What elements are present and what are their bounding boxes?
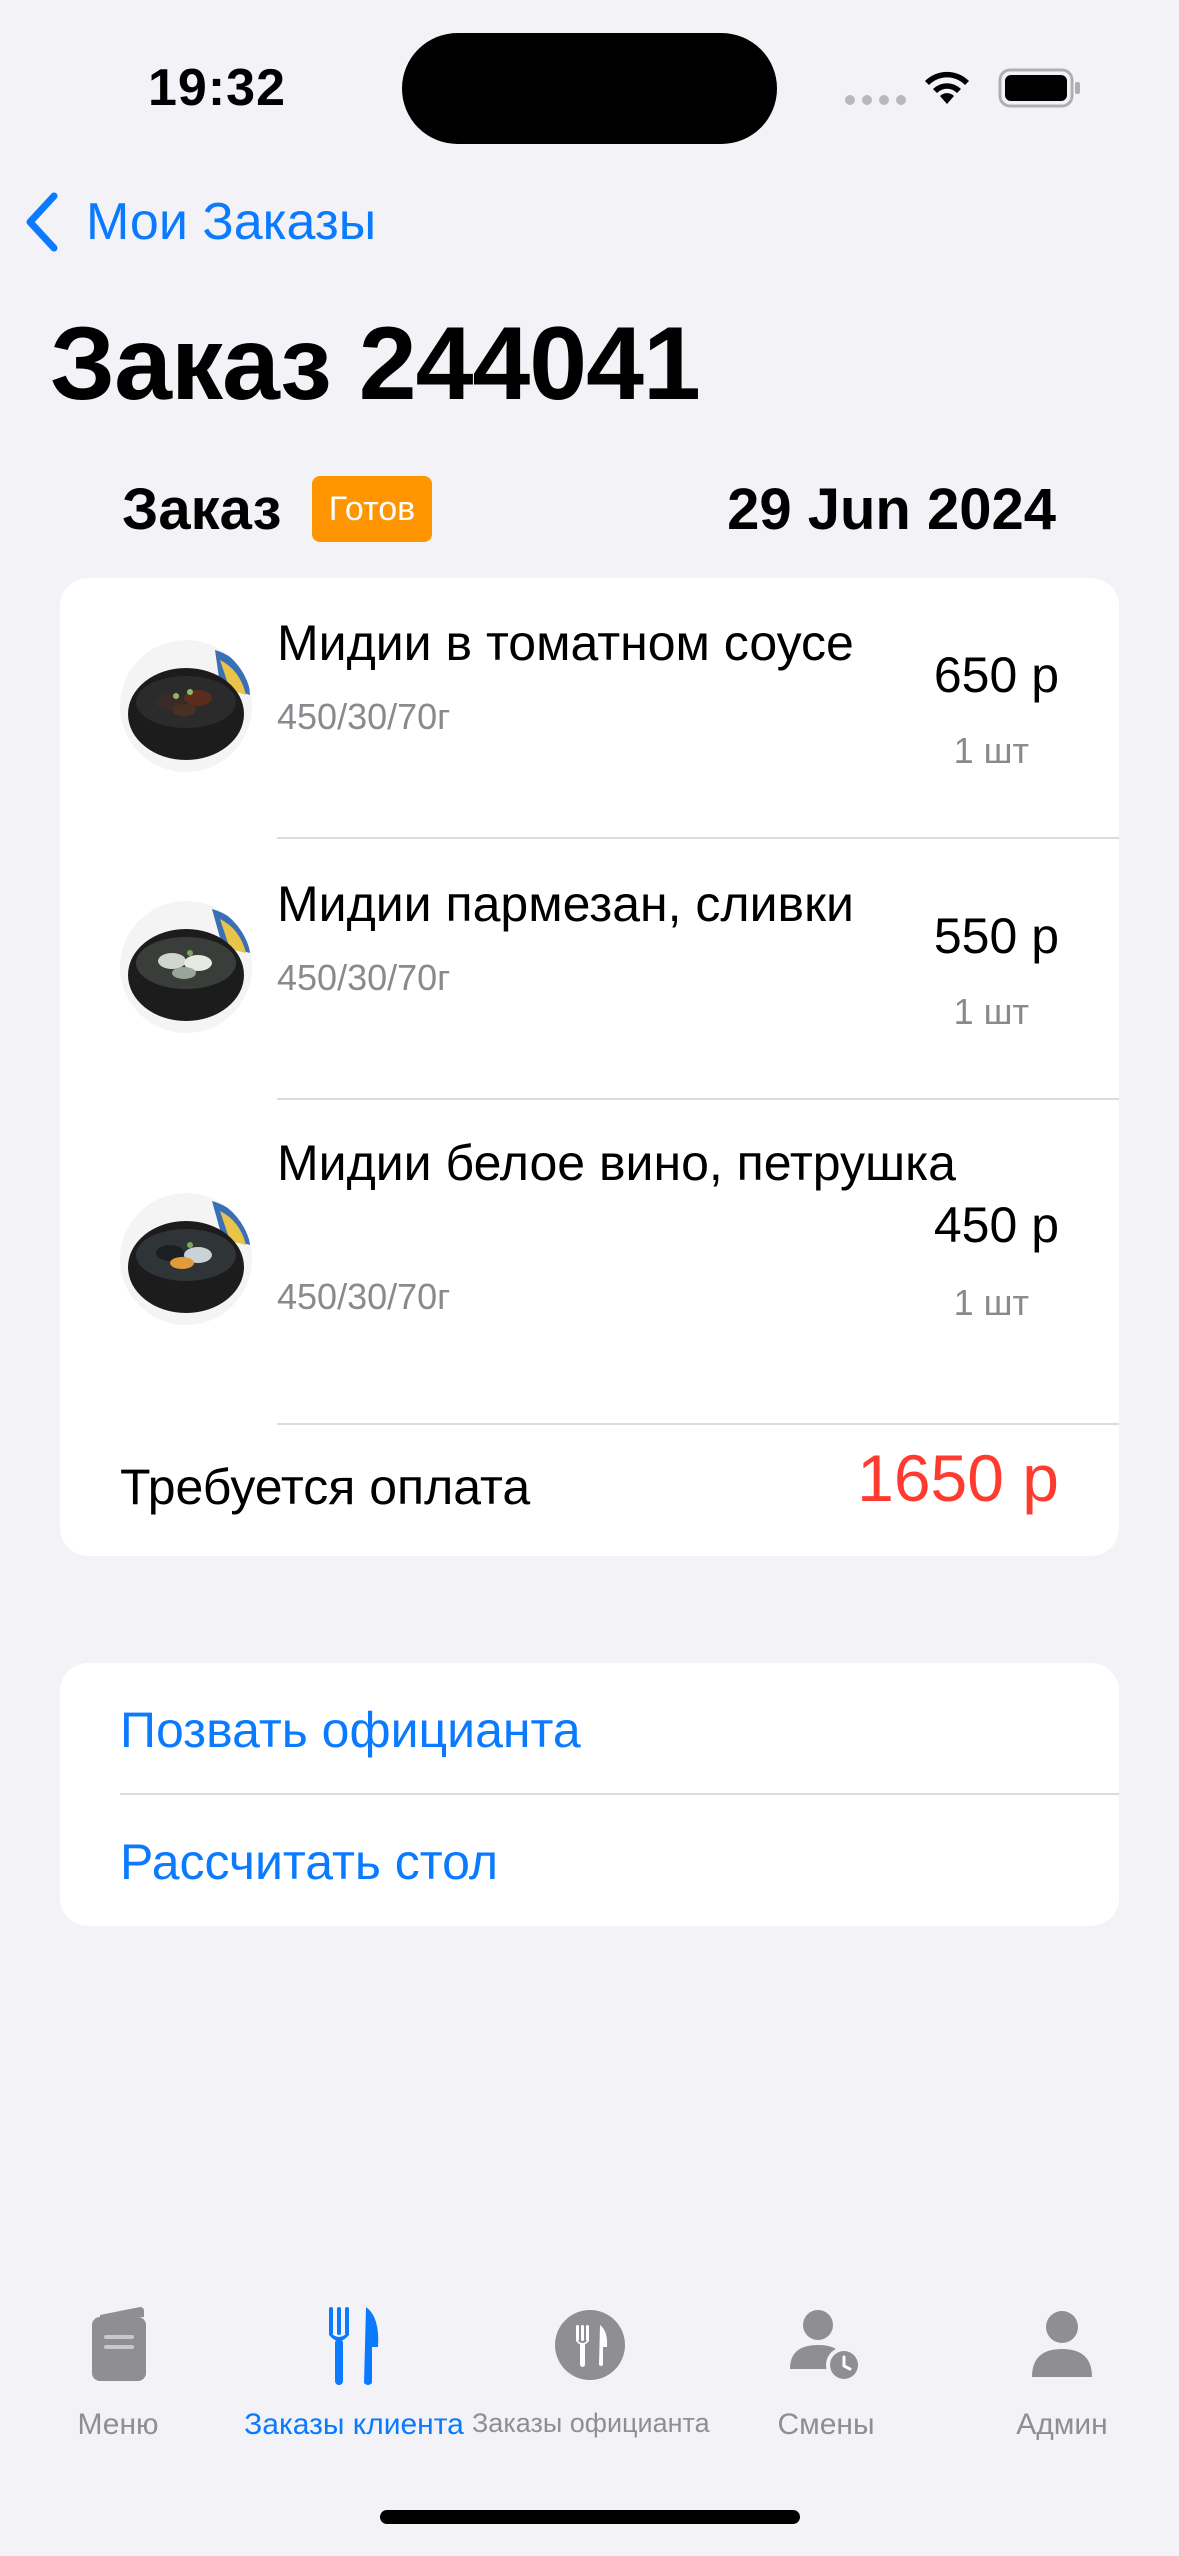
cellular-signal-icon	[845, 95, 906, 105]
total-label: Требуется оплата	[120, 1459, 531, 1515]
order-label: Заказ	[122, 477, 282, 542]
tab-label: Меню	[77, 2408, 159, 2441]
dynamic-island	[402, 33, 777, 144]
tab-shifts[interactable]: Смены	[708, 2290, 944, 2442]
item-weight: 450/30/70г	[277, 957, 451, 998]
tab-label: Заказы клиента	[244, 2408, 464, 2441]
order-items-card: Мидии в томатном соусе 450/30/70г 650 р …	[60, 578, 1119, 1556]
home-indicator[interactable]	[380, 2510, 800, 2524]
status-time: 19:32	[148, 59, 286, 117]
dish-photo	[120, 640, 252, 772]
list-item: Мидии белое вино, петрушка 450/30/70г 45…	[60, 1100, 1119, 1400]
tab-label: Админ	[1016, 2408, 1108, 2441]
tab-waiter-orders[interactable]: Заказы официанта	[472, 2290, 710, 2439]
item-name: Мидии белое вино, петрушка	[277, 1135, 956, 1191]
person-icon	[944, 2290, 1179, 2400]
item-quantity: 1 шт	[953, 730, 1029, 771]
divider	[120, 1793, 1119, 1795]
list-item: Мидии в томатном соусе 450/30/70г 650 р …	[60, 578, 1119, 838]
person-clock-icon	[708, 2290, 944, 2400]
settle-table-button[interactable]: Рассчитать стол	[120, 1833, 498, 1891]
back-button[interactable]: Мои Заказы	[22, 192, 376, 252]
item-weight: 450/30/70г	[277, 696, 451, 737]
back-label: Мои Заказы	[86, 193, 377, 251]
battery-icon	[998, 68, 1082, 113]
fork-knife-icon	[236, 2290, 472, 2400]
item-name: Мидии в томатном соусе	[277, 615, 854, 671]
page-title: Заказ 244041	[50, 306, 701, 422]
dish-photo	[120, 1193, 252, 1325]
menu-book-icon	[0, 2290, 236, 2400]
dish-photo	[120, 901, 252, 1033]
list-item: Мидии пармезан, сливки 450/30/70г 550 р …	[60, 839, 1119, 1099]
item-quantity: 1 шт	[953, 1282, 1029, 1323]
tab-label: Смены	[777, 2408, 875, 2441]
wifi-icon	[922, 66, 972, 111]
tab-admin[interactable]: Админ	[944, 2290, 1179, 2442]
status-badge: Готов	[312, 476, 432, 542]
divider	[277, 1423, 1119, 1425]
actions-card: Позвать официанта Рассчитать стол	[60, 1663, 1119, 1926]
tab-client-orders[interactable]: Заказы клиента	[236, 2290, 472, 2442]
fork-knife-circle-icon	[472, 2290, 708, 2400]
item-weight: 450/30/70г	[277, 1276, 451, 1317]
item-price: 450 р	[933, 1197, 1059, 1253]
item-price: 650 р	[933, 647, 1059, 703]
tab-label: Заказы официанта	[472, 2408, 710, 2438]
item-quantity: 1 шт	[953, 991, 1029, 1032]
tab-menu[interactable]: Меню	[0, 2290, 236, 2442]
item-price: 550 р	[933, 908, 1059, 964]
call-waiter-button[interactable]: Позвать официанта	[120, 1701, 581, 1759]
chevron-left-icon	[26, 192, 58, 252]
item-name: Мидии пармезан, сливки	[277, 876, 854, 932]
order-date: 29 Jun 2024	[727, 477, 1056, 542]
total-amount: 1650 р	[857, 1441, 1059, 1515]
